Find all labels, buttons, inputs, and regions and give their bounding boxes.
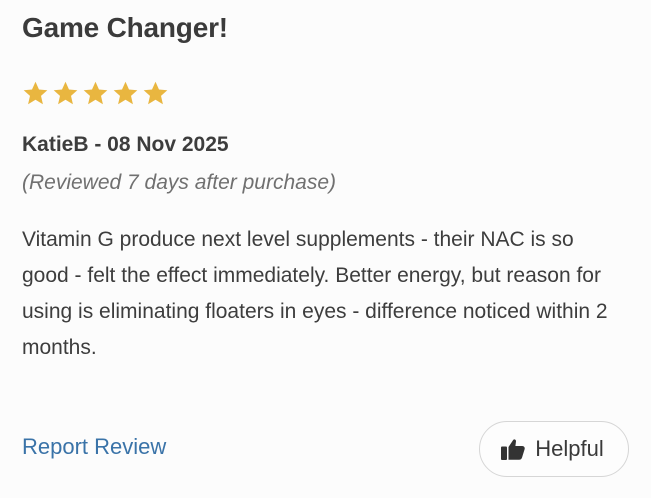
author-date: KatieB - 08 Nov 2025 bbox=[22, 133, 229, 156]
star-rating bbox=[22, 80, 169, 107]
reviewed-note: (Reviewed 7 days after purchase) bbox=[22, 171, 336, 194]
star-icon bbox=[22, 80, 49, 107]
review-body: Vitamin G produce next level supplements… bbox=[22, 228, 608, 359]
review-title: Game Changer! bbox=[22, 12, 228, 43]
helpful-button[interactable]: Helpful bbox=[479, 421, 629, 477]
review-card: Game Changer! KatieB - 08 Nov 2025 (Revi… bbox=[22, 0, 629, 498]
star-icon bbox=[82, 80, 109, 107]
thumbs-up-icon bbox=[500, 437, 526, 461]
report-review-link[interactable]: Report Review bbox=[22, 434, 166, 460]
star-icon bbox=[112, 80, 139, 107]
star-icon bbox=[142, 80, 169, 107]
star-icon bbox=[52, 80, 79, 107]
helpful-label: Helpful bbox=[535, 436, 604, 461]
